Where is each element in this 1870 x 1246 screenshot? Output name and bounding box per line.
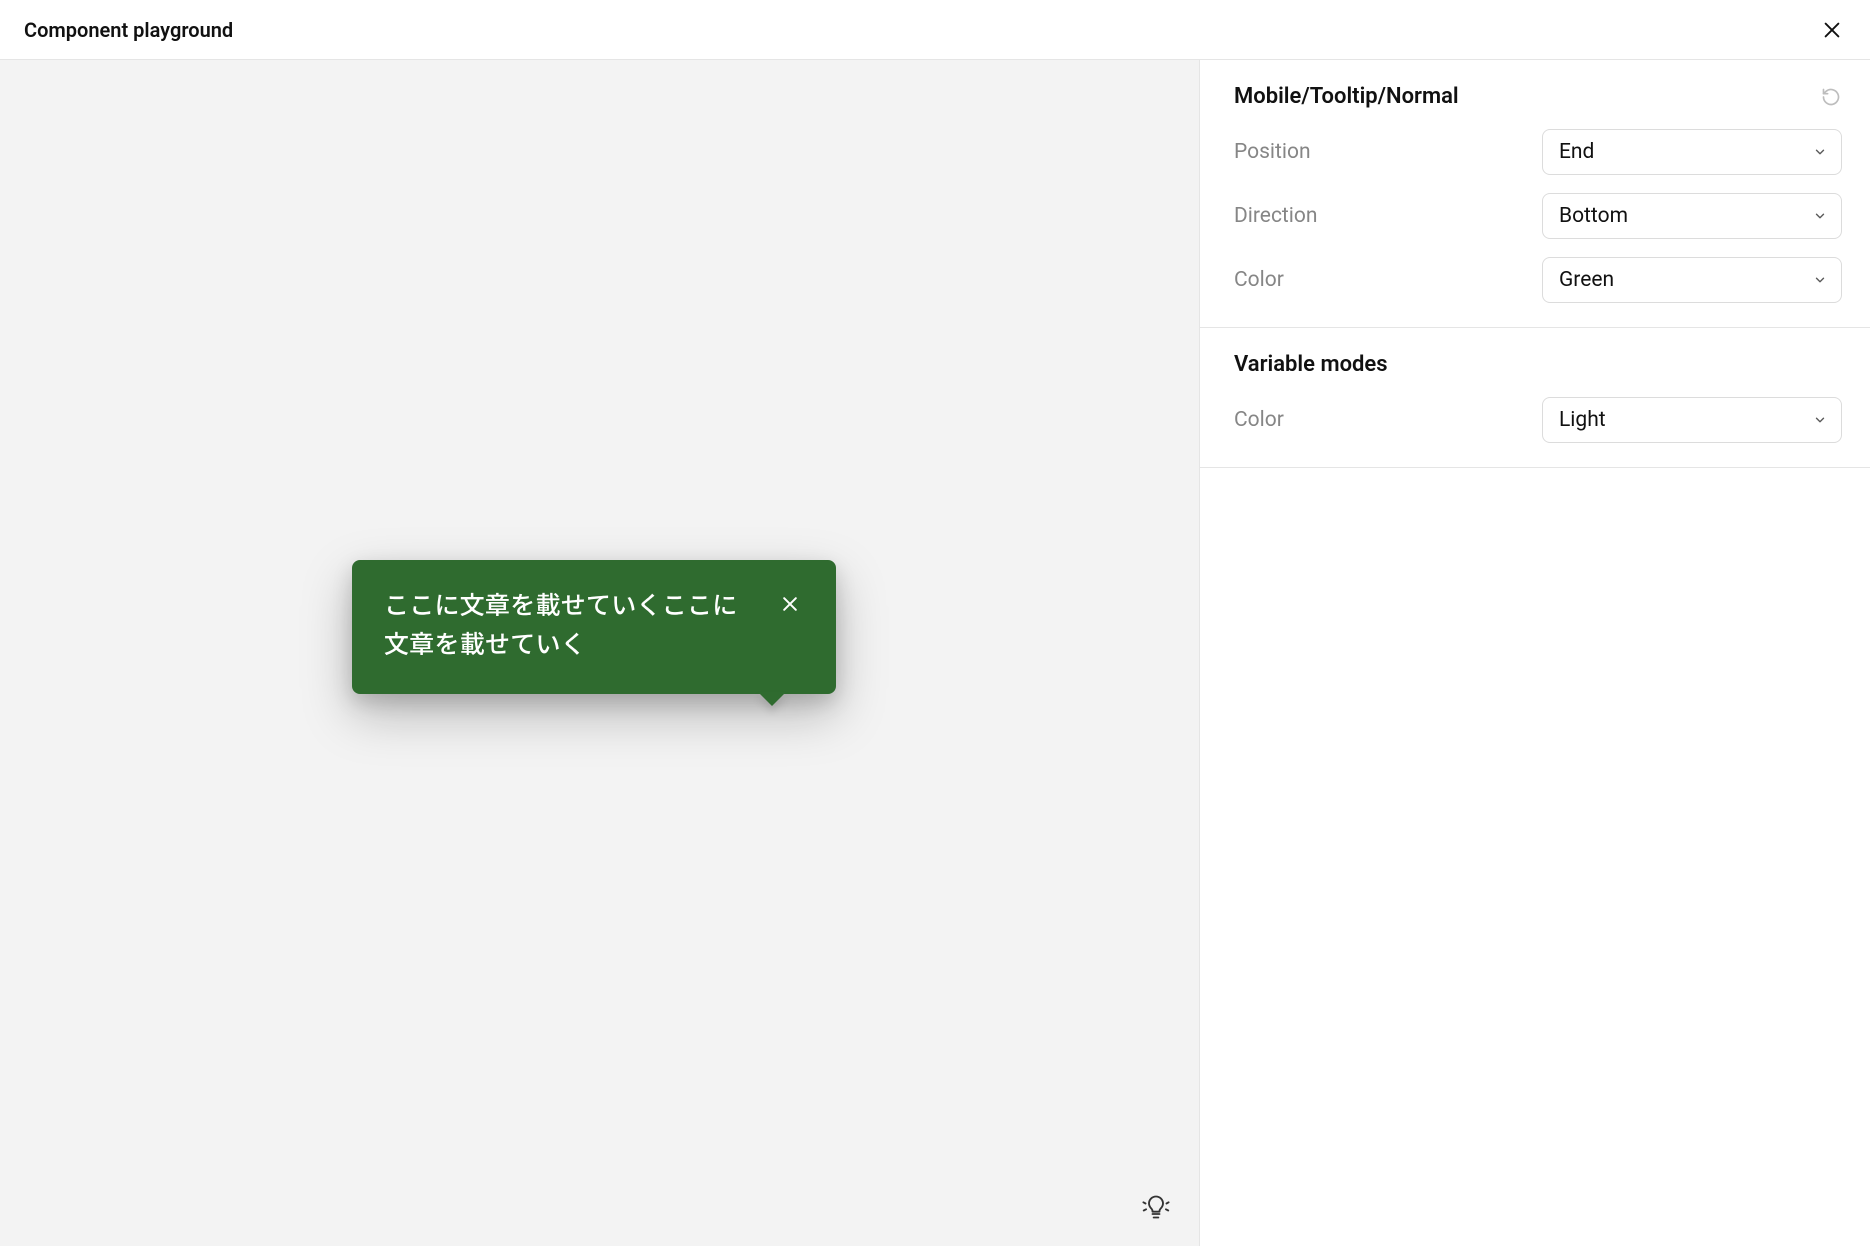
- close-icon: [1821, 19, 1843, 41]
- component-props-section: Mobile/Tooltip/Normal Position End: [1200, 60, 1870, 328]
- section-header: Variable modes: [1234, 352, 1842, 377]
- main: ここに文章を載せていくここに文章を載せていく: [0, 60, 1870, 1246]
- select-value: End: [1559, 140, 1594, 164]
- reset-icon: [1821, 87, 1841, 107]
- lightbulb-icon: [1142, 1193, 1170, 1221]
- component-path: Mobile/Tooltip/Normal: [1234, 84, 1459, 109]
- prop-row-position: Position End: [1234, 129, 1842, 175]
- properties-panel: Mobile/Tooltip/Normal Position End: [1200, 60, 1870, 1246]
- preview-canvas[interactable]: ここに文章を載せていくここに文章を載せていく: [0, 60, 1200, 1246]
- tooltip-text: ここに文章を載せていくここに文章を載せていく: [384, 588, 748, 666]
- select-position[interactable]: End: [1542, 129, 1842, 175]
- prop-label: Position: [1234, 140, 1311, 164]
- prop-row-color: Color Green: [1234, 257, 1842, 303]
- prop-label: Direction: [1234, 204, 1318, 228]
- select-direction[interactable]: Bottom: [1542, 193, 1842, 239]
- playground-header: Component playground: [0, 0, 1870, 60]
- mode-row-color: Color Light: [1234, 397, 1842, 443]
- variable-modes-section: Variable modes Color Light: [1200, 328, 1870, 468]
- select-value: Bottom: [1559, 204, 1628, 228]
- tooltip: ここに文章を載せていくここに文章を載せていく: [352, 560, 836, 694]
- tooltip-close-button[interactable]: [776, 590, 804, 618]
- reset-button[interactable]: [1820, 86, 1842, 108]
- component-instance: ここに文章を載せていくここに文章を載せていく: [352, 560, 836, 694]
- select-value: Green: [1559, 268, 1614, 292]
- prop-row-direction: Direction Bottom: [1234, 193, 1842, 239]
- section-header: Mobile/Tooltip/Normal: [1234, 84, 1842, 109]
- close-button[interactable]: [1818, 16, 1846, 44]
- chevron-down-icon: [1813, 413, 1827, 427]
- tooltip-arrow: [758, 692, 786, 706]
- chevron-down-icon: [1813, 209, 1827, 223]
- select-value: Light: [1559, 408, 1606, 432]
- ideas-button[interactable]: [1139, 1190, 1173, 1224]
- prop-label: Color: [1234, 268, 1284, 292]
- select-mode-color[interactable]: Light: [1542, 397, 1842, 443]
- close-icon: [780, 594, 800, 614]
- chevron-down-icon: [1813, 145, 1827, 159]
- section-title: Variable modes: [1234, 352, 1388, 377]
- page-title: Component playground: [24, 18, 233, 42]
- chevron-down-icon: [1813, 273, 1827, 287]
- prop-label: Color: [1234, 408, 1284, 432]
- select-color[interactable]: Green: [1542, 257, 1842, 303]
